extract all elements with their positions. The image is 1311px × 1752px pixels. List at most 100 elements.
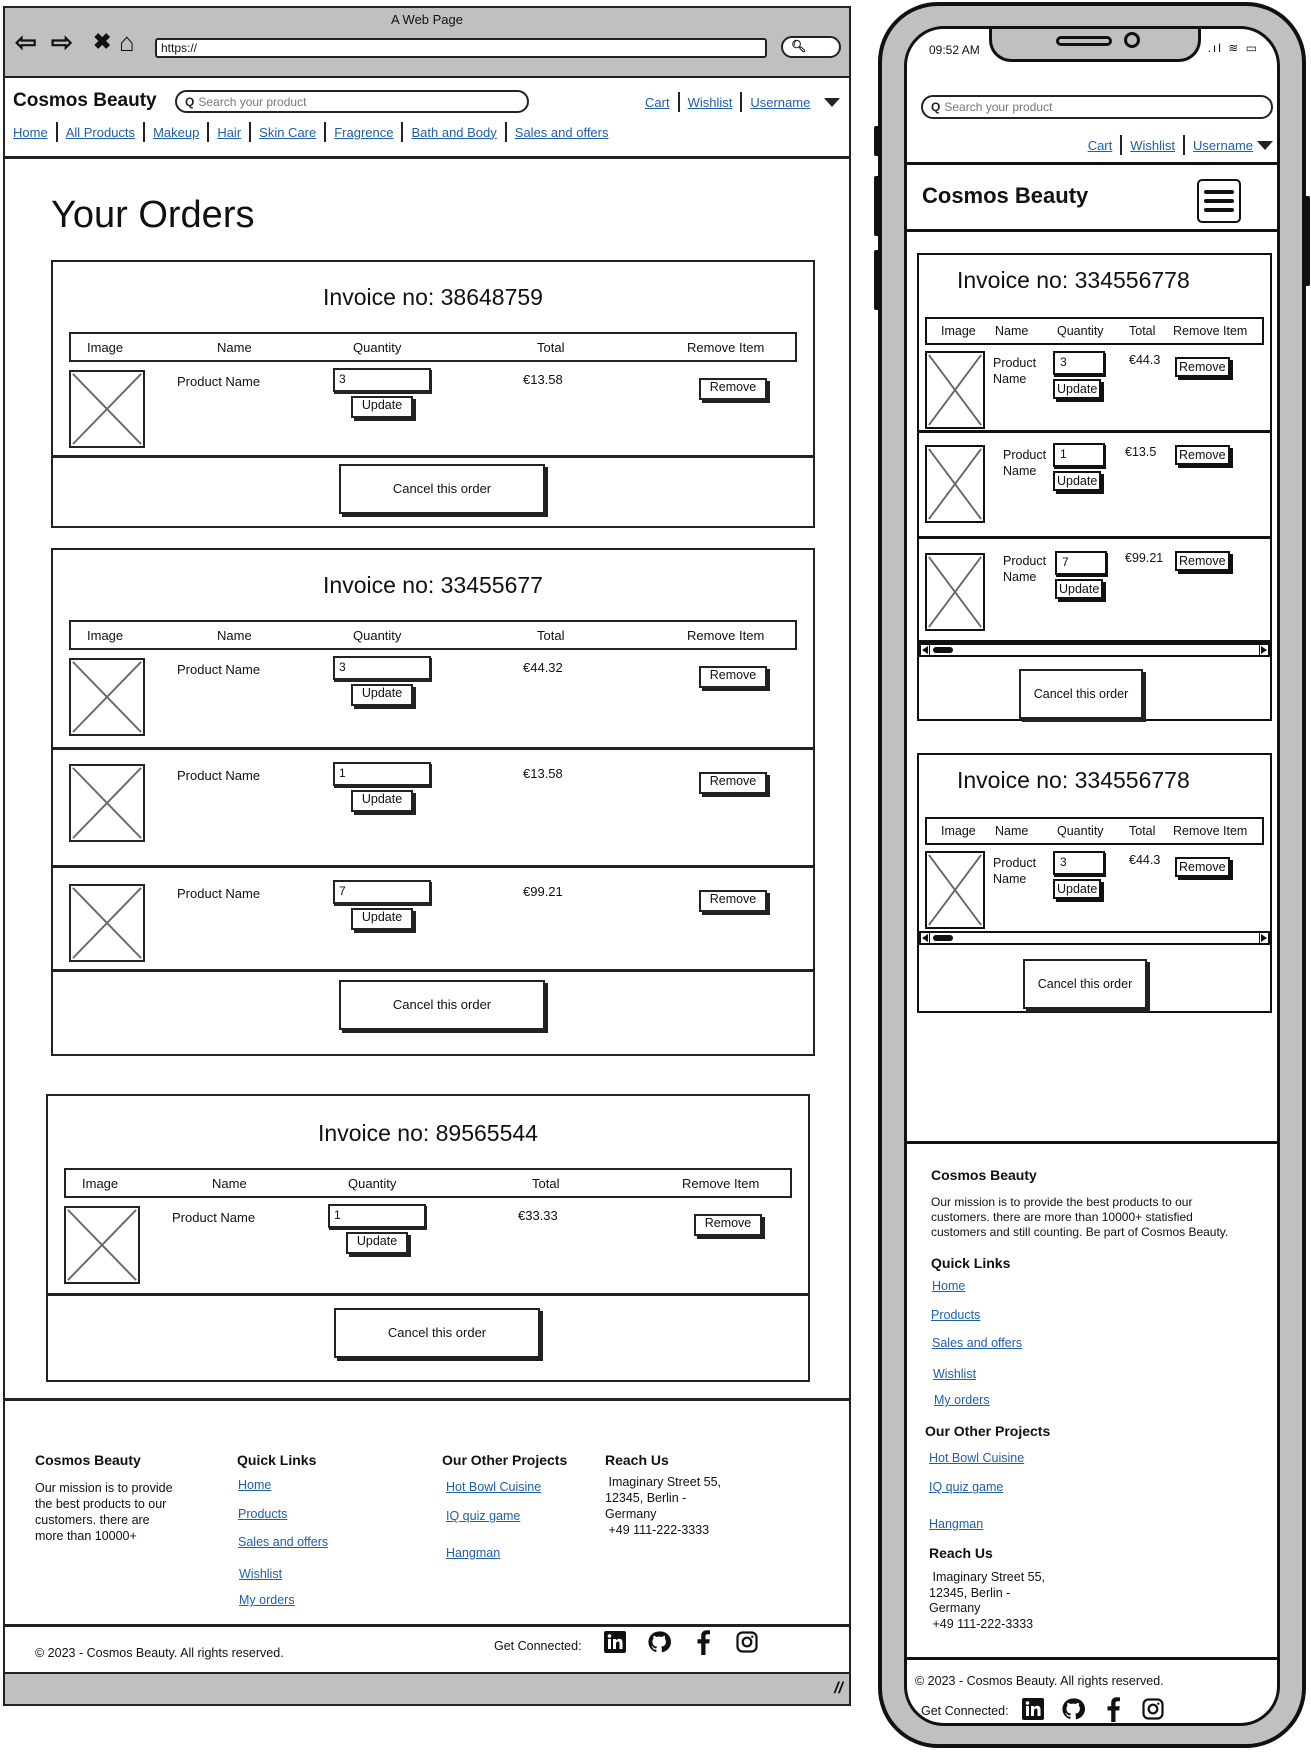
chevron-down-icon[interactable] <box>824 97 841 107</box>
update-button[interactable]: Update <box>351 684 413 706</box>
cart-link[interactable]: Cart <box>645 95 670 110</box>
mobile-search-input[interactable]: Q Search your product <box>921 95 1273 119</box>
nav-bath-and-body[interactable]: Bath and Body <box>411 125 496 140</box>
update-button[interactable]: Update <box>346 1232 408 1254</box>
update-button[interactable]: Update <box>1053 379 1102 399</box>
footer-link-home[interactable]: Home <box>932 1279 965 1293</box>
horizontal-scrollbar[interactable] <box>919 643 1270 657</box>
footer-link-products[interactable]: Products <box>931 1308 980 1322</box>
linkedin-icon[interactable] <box>603 1630 627 1654</box>
contact-phone: +49 111-222-3333 <box>929 1617 1034 1631</box>
remove-button[interactable]: Remove <box>1175 857 1230 877</box>
mobile-screen: 09:52 AM .ıl ≋ ▭ Q Search your product C… <box>904 26 1280 1726</box>
quantity-input[interactable]: 3 <box>333 656 431 680</box>
nav-sales-and-offers[interactable]: Sales and offers <box>515 125 609 140</box>
search-input[interactable]: Q Search your product <box>175 90 529 113</box>
table-header: Image Name Quantity Total Remove Item <box>925 317 1264 345</box>
instagram-icon[interactable] <box>735 1630 759 1654</box>
header-quantity: Quantity <box>1057 324 1104 338</box>
scrollbar-thumb[interactable] <box>933 935 953 941</box>
chevron-down-icon[interactable] <box>1257 140 1273 150</box>
nav-makeup[interactable]: Makeup <box>153 125 199 140</box>
wishlist-link[interactable]: Wishlist <box>688 95 733 110</box>
username-link[interactable]: Username <box>750 95 810 110</box>
footer-link-sales-and-offers[interactable]: Sales and offers <box>932 1336 1022 1350</box>
remove-button[interactable]: Remove <box>699 378 767 400</box>
item-total: €33.33 <box>518 1208 558 1223</box>
site-logo[interactable]: Cosmos Beauty <box>922 183 1088 209</box>
header-quantity: Quantity <box>348 1176 397 1191</box>
resize-handle-icon[interactable]: // <box>834 1680 843 1698</box>
update-button[interactable]: Update <box>1053 471 1102 491</box>
scroll-right-icon[interactable] <box>1261 934 1267 942</box>
url-bar[interactable]: https:// <box>155 38 767 58</box>
quantity-input[interactable]: 1 <box>328 1204 426 1228</box>
quantity-input[interactable]: 3 <box>1053 351 1105 375</box>
forward-arrow-icon[interactable]: ⇨ <box>51 28 73 56</box>
back-arrow-icon[interactable]: ⇦ <box>15 28 37 56</box>
browser-search-box[interactable]: 🔍︎ <box>781 36 841 58</box>
update-button[interactable]: Update <box>1055 579 1104 599</box>
remove-button[interactable]: Remove <box>1175 357 1230 377</box>
github-icon[interactable] <box>647 1630 671 1654</box>
scroll-right-icon[interactable] <box>1261 646 1267 654</box>
cancel-order-button[interactable]: Cancel this order <box>334 1308 540 1358</box>
cancel-order-button[interactable]: Cancel this order <box>339 464 545 514</box>
footer-link-home[interactable]: Home <box>238 1478 271 1492</box>
footer-link-products[interactable]: Products <box>238 1507 287 1521</box>
table-row: Product Name 7 Update €99.21 Remove <box>919 539 1270 643</box>
remove-button[interactable]: Remove <box>1175 551 1230 571</box>
scrollbar-thumb[interactable] <box>933 647 953 653</box>
footer-link-my-orders[interactable]: My orders <box>934 1393 990 1407</box>
close-x-icon[interactable]: ✖ <box>93 28 111 56</box>
project-link-iq-quiz-game[interactable]: IQ quiz game <box>929 1480 1003 1494</box>
footer-link-wishlist[interactable]: Wishlist <box>933 1367 976 1381</box>
site-logo[interactable]: Cosmos Beauty <box>13 90 157 112</box>
scroll-left-icon[interactable] <box>922 646 928 654</box>
nav-skin-care[interactable]: Skin Care <box>259 125 316 140</box>
instagram-icon[interactable] <box>1141 1697 1165 1721</box>
username-link[interactable]: Username <box>1193 138 1253 153</box>
project-link-hot-bowl-cuisine[interactable]: Hot Bowl Cuisine <box>929 1451 1024 1465</box>
remove-button[interactable]: Remove <box>699 890 767 912</box>
facebook-icon[interactable] <box>1101 1697 1125 1722</box>
quantity-input[interactable]: 1 <box>1053 443 1105 467</box>
remove-button[interactable]: Remove <box>694 1214 762 1236</box>
github-icon[interactable] <box>1061 1697 1085 1721</box>
table-row: Product Name 1 Update €33.33 Remove <box>48 1202 808 1296</box>
remove-button[interactable]: Remove <box>699 666 767 688</box>
update-button[interactable]: Update <box>351 790 413 812</box>
cancel-order-button[interactable]: Cancel this order <box>1019 669 1143 719</box>
nav-home[interactable]: Home <box>13 125 48 140</box>
cancel-order-button[interactable]: Cancel this order <box>1023 959 1147 1009</box>
nav-fragrence[interactable]: Fragrence <box>334 125 393 140</box>
facebook-icon[interactable] <box>691 1630 715 1655</box>
footer-link-my-orders[interactable]: My orders <box>239 1593 295 1607</box>
quantity-input[interactable]: 3 <box>1053 851 1105 875</box>
quantity-input[interactable]: 7 <box>1055 551 1107 575</box>
scroll-left-icon[interactable] <box>922 934 928 942</box>
footer-link-sales-and-offers[interactable]: Sales and offers <box>238 1535 328 1549</box>
cart-link[interactable]: Cart <box>1088 138 1113 153</box>
quantity-input[interactable]: 1 <box>333 762 431 786</box>
wishlist-link[interactable]: Wishlist <box>1130 138 1175 153</box>
update-button[interactable]: Update <box>351 908 413 930</box>
project-link-hangman[interactable]: Hangman <box>929 1517 983 1531</box>
home-icon[interactable]: ⌂ <box>119 28 135 56</box>
remove-button[interactable]: Remove <box>699 772 767 794</box>
quantity-input[interactable]: 3 <box>333 368 431 392</box>
hamburger-menu-icon[interactable] <box>1197 179 1241 223</box>
project-link-iq-quiz-game[interactable]: IQ quiz game <box>446 1509 520 1523</box>
footer-link-wishlist[interactable]: Wishlist <box>239 1567 282 1581</box>
project-link-hangman[interactable]: Hangman <box>446 1546 500 1560</box>
update-button[interactable]: Update <box>1053 879 1102 899</box>
project-link-hot-bowl-cuisine[interactable]: Hot Bowl Cuisine <box>446 1480 541 1494</box>
quantity-input[interactable]: 7 <box>333 880 431 904</box>
nav-hair[interactable]: Hair <box>217 125 241 140</box>
update-button[interactable]: Update <box>351 396 413 418</box>
nav-all-products[interactable]: All Products <box>66 125 135 140</box>
linkedin-icon[interactable] <box>1021 1697 1045 1721</box>
horizontal-scrollbar[interactable] <box>919 931 1270 945</box>
cancel-order-button[interactable]: Cancel this order <box>339 980 545 1030</box>
remove-button[interactable]: Remove <box>1175 445 1230 465</box>
